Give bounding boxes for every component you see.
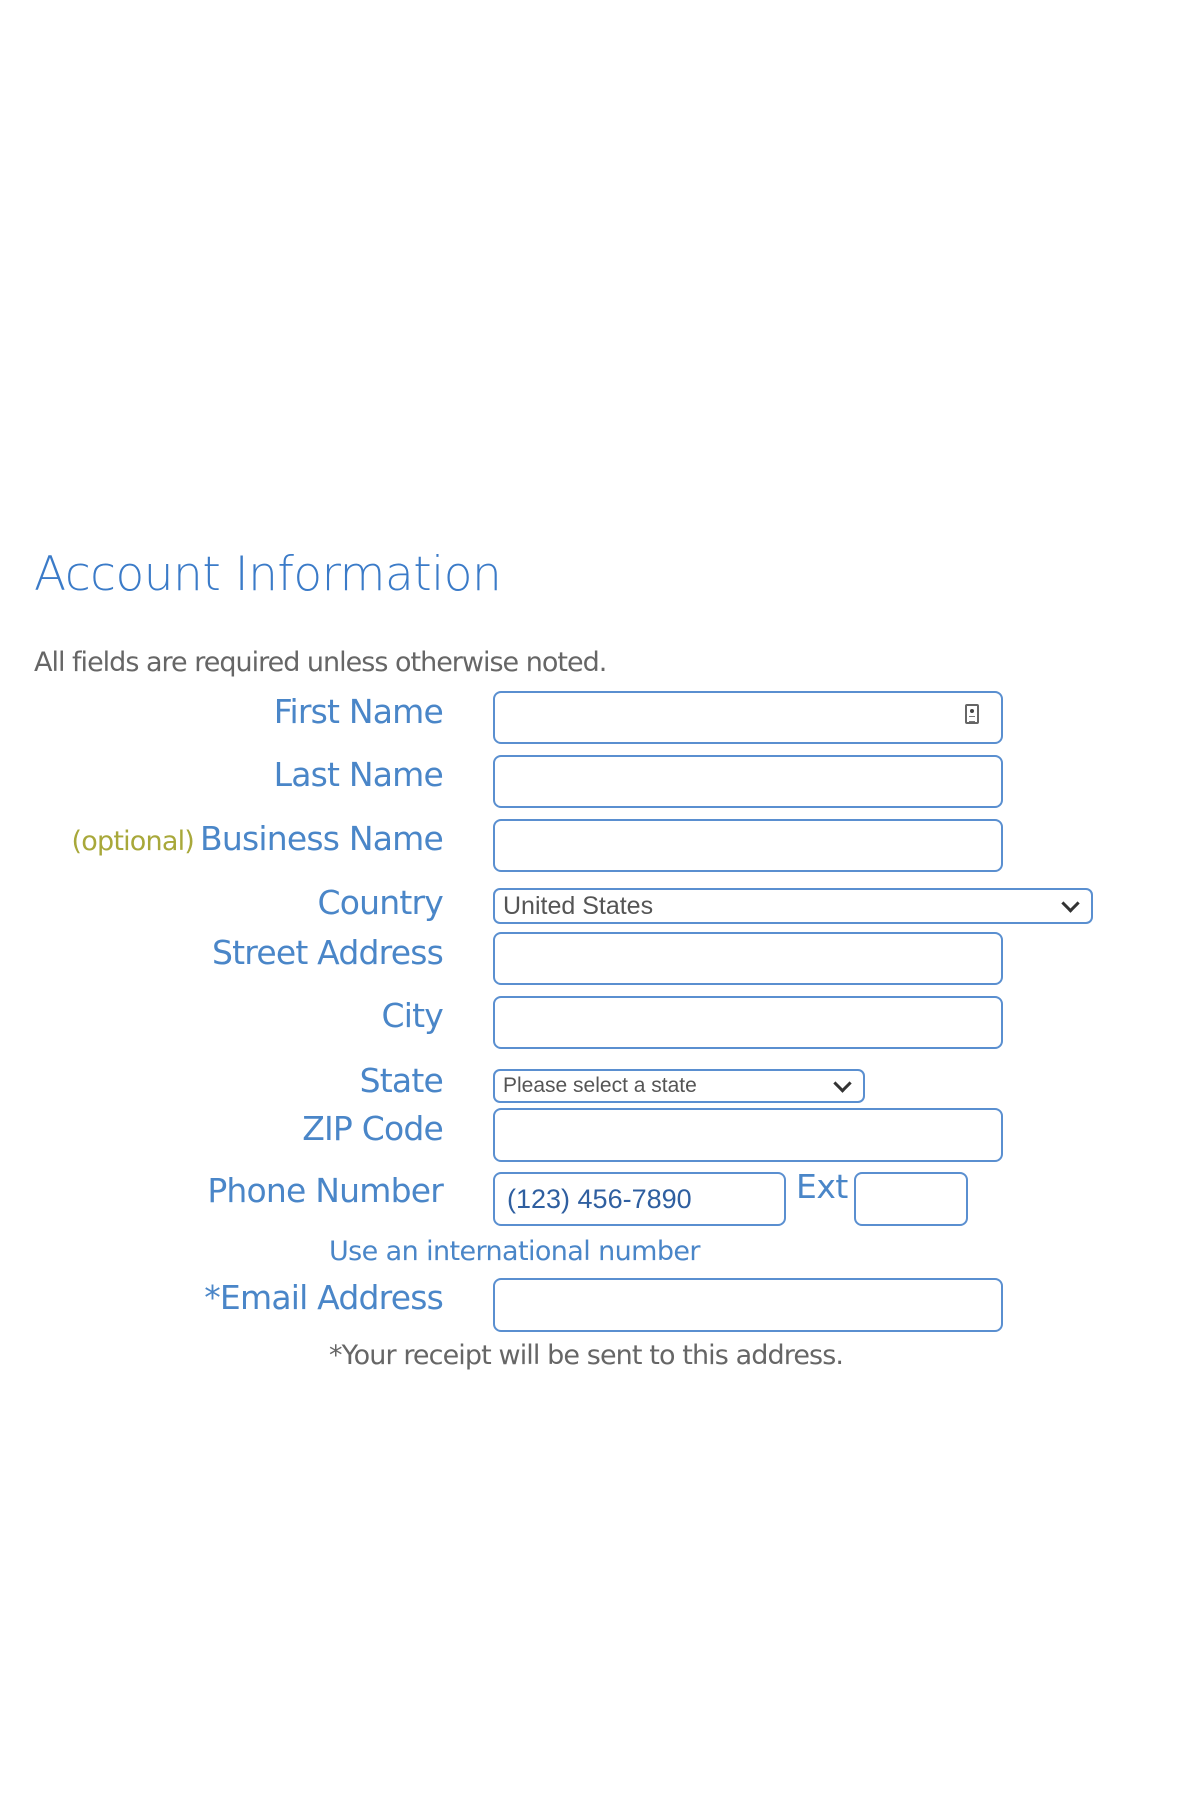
chevron-down-icon	[1061, 893, 1080, 913]
optional-tag: (optional)	[71, 826, 195, 857]
country-label: Country	[317, 883, 444, 922]
phone-number-input[interactable]	[493, 1172, 786, 1226]
email-address-label: *Email Address	[204, 1278, 444, 1317]
city-input[interactable]	[493, 996, 1003, 1049]
chevron-down-icon	[833, 1073, 852, 1093]
ext-label: Ext	[796, 1167, 848, 1206]
international-number-link[interactable]: Use an international number	[329, 1234, 700, 1270]
last-name-label: Last Name	[273, 755, 444, 794]
contact-card-icon[interactable]	[965, 704, 979, 724]
zip-code-label: ZIP Code	[302, 1109, 444, 1148]
business-name-input[interactable]	[493, 819, 1003, 872]
last-name-input[interactable]	[493, 755, 1003, 808]
country-selected-value: United States	[503, 891, 654, 920]
street-address-label: Street Address	[212, 933, 444, 972]
required-fields-note: All fields are required unless otherwise…	[34, 647, 607, 678]
street-address-input[interactable]	[493, 932, 1003, 985]
section-title: Account Information	[34, 547, 502, 602]
phone-ext-input[interactable]	[854, 1172, 968, 1226]
state-select[interactable]: Please select a state	[493, 1069, 865, 1103]
email-address-input[interactable]	[493, 1278, 1003, 1332]
state-selected-value: Please select a state	[503, 1074, 697, 1097]
first-name-input[interactable]	[493, 691, 1003, 744]
zip-code-input[interactable]	[493, 1108, 1003, 1162]
phone-number-label: Phone Number	[207, 1171, 443, 1210]
business-name-label-text: Business Name	[200, 819, 444, 858]
email-receipt-note: *Your receipt will be sent to this addre…	[329, 1340, 844, 1371]
country-select[interactable]: United States	[493, 888, 1093, 924]
business-name-label: (optional) Business Name	[71, 819, 444, 862]
city-label: City	[381, 996, 444, 1035]
state-label: State	[359, 1061, 444, 1100]
first-name-label: First Name	[273, 692, 444, 731]
